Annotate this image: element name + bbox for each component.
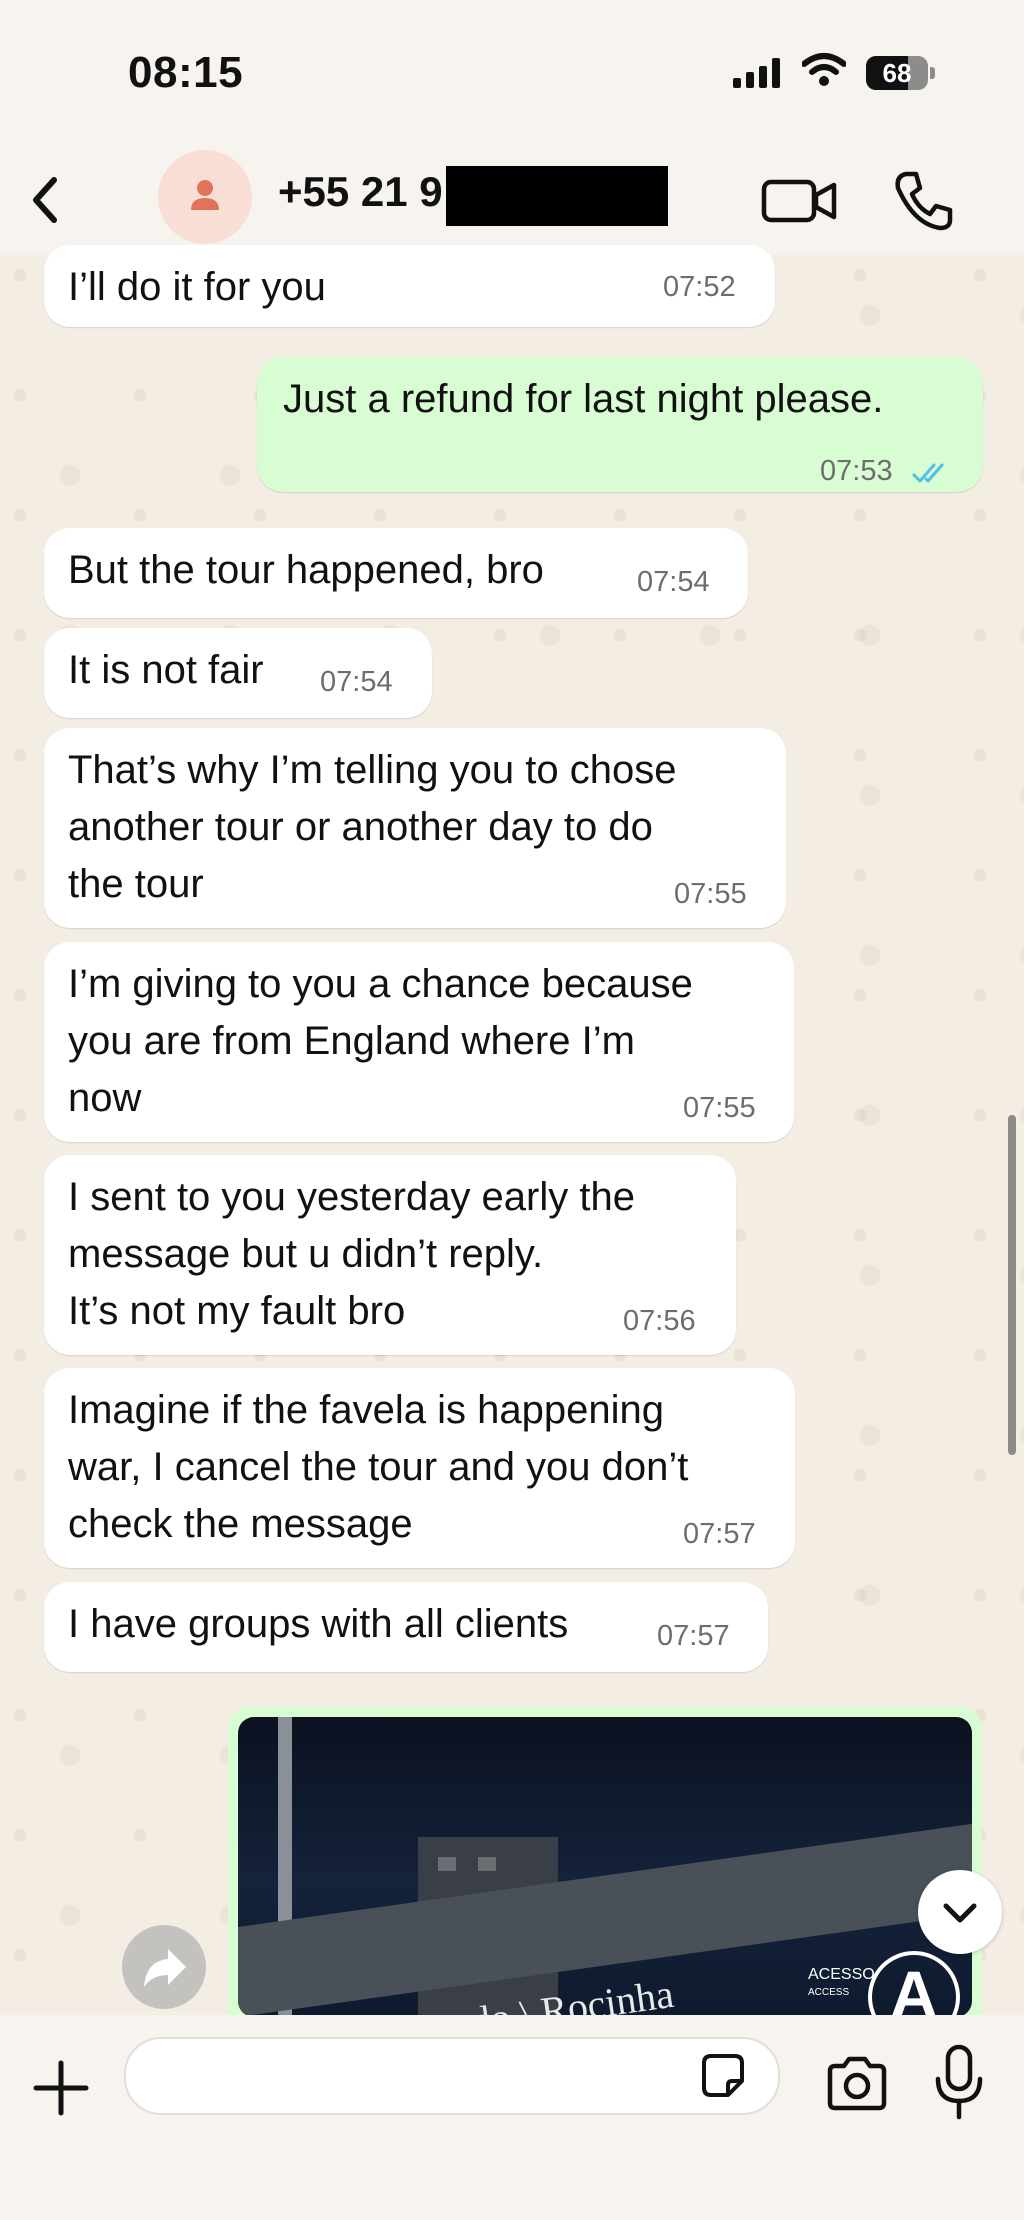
- image-message[interactable]: São Conrado \ Rocinha ACESSO ACCESS A: [228, 1707, 982, 2037]
- message-timestamp: 07:54: [637, 566, 710, 598]
- microphone-icon[interactable]: [930, 2043, 988, 2123]
- status-bar: 08:15 68: [0, 0, 1024, 150]
- avatar[interactable]: [158, 150, 252, 244]
- battery-level: 68: [882, 58, 912, 88]
- incoming-message[interactable]: I sent to you yesterday early the messag…: [44, 1155, 736, 1355]
- message-timestamp: 07:57: [657, 1620, 730, 1652]
- message-text: I have groups with all clients: [68, 1602, 569, 1646]
- message-timestamp: 07:53: [820, 455, 893, 487]
- scrollbar[interactable]: [1008, 1115, 1016, 1455]
- message-timestamp: 07:52: [663, 271, 736, 303]
- read-receipt-icon: [912, 463, 944, 483]
- incoming-message[interactable]: Imagine if the favela is happening war, …: [44, 1368, 795, 1568]
- forward-button[interactable]: [122, 1925, 206, 2009]
- message-text: I sent to you yesterday early the messag…: [68, 1175, 635, 1333]
- message-text: I’m giving to you a chance because you a…: [68, 962, 693, 1120]
- composer-bar: [0, 2015, 1024, 2220]
- message-text: It is not fair: [68, 648, 264, 692]
- contact-name[interactable]: +55 21 9: [278, 168, 443, 216]
- message-timestamp: 07:55: [674, 878, 747, 910]
- access-sub: ACCESS: [808, 1987, 849, 1998]
- back-chevron-icon[interactable]: [18, 170, 78, 230]
- outgoing-message[interactable]: Just a refund for last night please. 07:5…: [257, 357, 983, 492]
- battery-icon: 68: [866, 56, 935, 90]
- sign-letter: A: [890, 1957, 938, 2017]
- incoming-message[interactable]: It is not fair 07:54: [44, 628, 432, 718]
- message-text: That’s why I’m telling you to chose anot…: [68, 748, 677, 906]
- video-call-icon[interactable]: [760, 170, 840, 230]
- message-timestamp: 07:55: [683, 1092, 756, 1124]
- message-text: Imagine if the favela is happening war, …: [68, 1388, 689, 1546]
- plus-icon[interactable]: [30, 2057, 92, 2119]
- forward-arrow-icon: [144, 1949, 186, 1987]
- favela-sign-photo: São Conrado \ Rocinha ACESSO ACCESS A: [238, 1717, 972, 2017]
- message-timestamp: 07:56: [623, 1305, 696, 1337]
- message-text: I’ll do it for you: [68, 265, 326, 309]
- incoming-message[interactable]: I have groups with all clients 07:57: [44, 1582, 768, 1672]
- redaction-block: [446, 166, 668, 226]
- access-label: ACESSO: [808, 1966, 875, 1983]
- person-icon: [191, 180, 219, 210]
- message-timestamp: 07:54: [320, 666, 393, 698]
- incoming-message[interactable]: That’s why I’m telling you to chose anot…: [44, 728, 786, 928]
- incoming-message[interactable]: I’m giving to you a chance because you a…: [44, 942, 794, 1142]
- phone-call-icon[interactable]: [888, 166, 958, 236]
- sticker-icon[interactable]: [698, 2051, 748, 2101]
- wifi-icon: [802, 53, 846, 86]
- cellular-signal-icon: [733, 58, 780, 88]
- incoming-message[interactable]: I’ll do it for you 07:52: [44, 245, 775, 327]
- message-timestamp: 07:57: [683, 1518, 756, 1550]
- incoming-message[interactable]: But the tour happened, bro 07:54: [44, 528, 748, 618]
- photo-thumbnail[interactable]: São Conrado \ Rocinha ACESSO ACCESS A: [238, 1717, 972, 2017]
- message-text: But the tour happened, bro: [68, 548, 544, 592]
- camera-icon[interactable]: [824, 2053, 890, 2113]
- chat-header: +55 21 9: [0, 150, 1024, 255]
- message-text: Just a refund for last night please.: [283, 377, 884, 421]
- scroll-to-bottom-button[interactable]: [918, 1870, 1002, 1954]
- chevron-down-icon: [943, 1903, 977, 1923]
- message-input[interactable]: [124, 2037, 780, 2115]
- status-time: 08:15: [128, 48, 244, 97]
